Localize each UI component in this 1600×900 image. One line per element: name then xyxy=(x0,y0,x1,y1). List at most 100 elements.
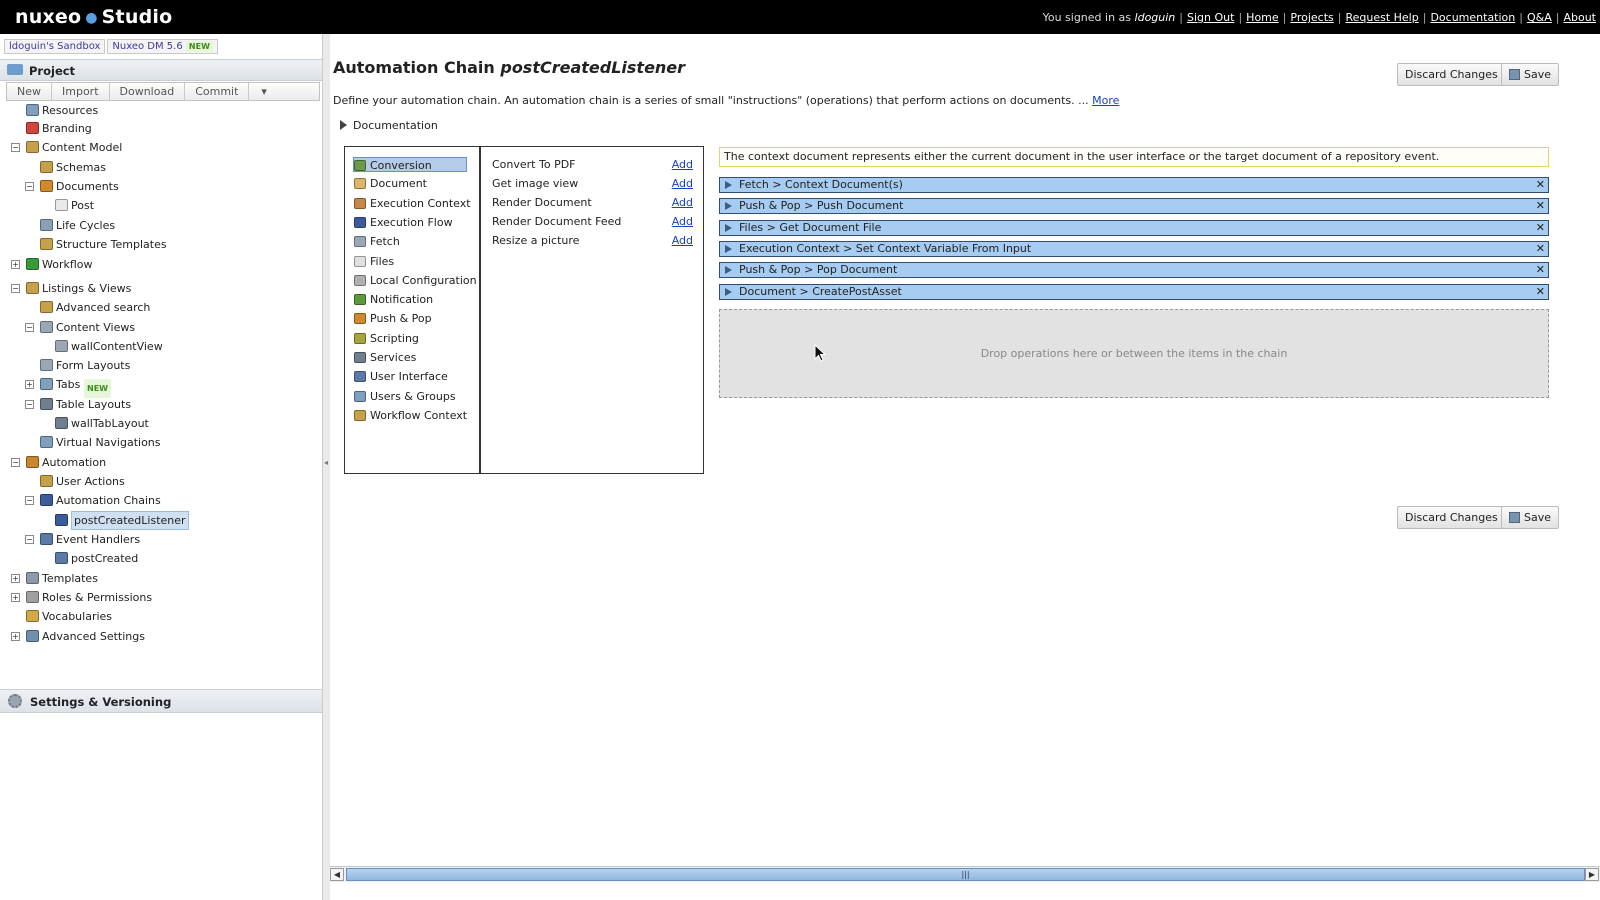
collapse-minus-icon[interactable]: − xyxy=(11,284,20,293)
add-operation-link[interactable]: Add xyxy=(672,214,693,229)
tree-item-event-handlers[interactable]: − Event Handlers xyxy=(0,531,320,548)
remove-step-close-icon[interactable]: ✕ xyxy=(1536,263,1545,277)
category-users-groups[interactable]: Users & Groups xyxy=(354,389,456,404)
tree-item-automation-chains[interactable]: − Automation Chains xyxy=(0,492,320,509)
tree-item-post[interactable]: Post xyxy=(0,197,320,214)
nav-link-request-help[interactable]: Request Help xyxy=(1345,11,1418,24)
collapse-minus-icon[interactable]: − xyxy=(25,535,34,544)
panel-splitter[interactable]: ◂ xyxy=(322,34,330,900)
tree-item-postcreated[interactable]: postCreated xyxy=(0,550,320,567)
toolbar-commit-button[interactable]: Commit xyxy=(185,83,250,100)
nav-link-q-a[interactable]: Q&A xyxy=(1527,11,1552,24)
collapse-minus-icon[interactable]: − xyxy=(11,143,20,152)
tree-item-branding[interactable]: Branding xyxy=(0,120,320,137)
collapse-minus-icon[interactable]: − xyxy=(25,182,34,191)
chain-step[interactable]: Document > CreatePostAsset ✕ xyxy=(719,283,1549,300)
nuxeo-studio-logo[interactable]: nuxeo ● Studio xyxy=(15,6,172,28)
scroll-right-arrow-icon[interactable]: ▶ xyxy=(1585,868,1599,881)
expand-triangle-icon[interactable] xyxy=(725,181,732,189)
tree-item-schemas[interactable]: Schemas xyxy=(0,159,320,176)
chain-step[interactable]: Execution Context > Set Context Variable… xyxy=(719,240,1549,257)
collapse-minus-icon[interactable]: − xyxy=(11,458,20,467)
save-button-bottom[interactable]: Save xyxy=(1501,506,1560,529)
tree-item-walltablayout[interactable]: wallTabLayout xyxy=(0,415,320,432)
chain-step[interactable]: Files > Get Document File ✕ xyxy=(719,219,1549,236)
remove-step-close-icon[interactable]: ✕ xyxy=(1536,242,1545,256)
expand-plus-icon[interactable]: + xyxy=(11,632,20,641)
tree-item-user-actions[interactable]: User Actions xyxy=(0,473,320,490)
drop-zone[interactable]: Drop operations here or between the item… xyxy=(719,309,1549,398)
tree-item-content-views[interactable]: − Content Views xyxy=(0,319,320,336)
expand-triangle-icon[interactable] xyxy=(725,202,732,211)
expand-triangle-icon[interactable] xyxy=(725,287,732,296)
remove-step-close-icon[interactable]: ✕ xyxy=(1536,285,1545,299)
documentation-toggle[interactable]: Documentation xyxy=(340,119,438,132)
tree-item-vocabularies[interactable]: Vocabularies xyxy=(0,608,320,625)
project-header[interactable]: Project xyxy=(0,59,322,81)
tree-item-workflow[interactable]: + Workflow xyxy=(0,256,320,273)
category-files[interactable]: Files xyxy=(354,254,394,269)
category-fetch[interactable]: Fetch xyxy=(354,234,400,249)
tree-item-table-layouts[interactable]: − Table Layouts xyxy=(0,396,320,413)
remove-step-close-icon[interactable]: ✕ xyxy=(1536,221,1545,235)
toolbar-download-button[interactable]: Download xyxy=(110,83,186,100)
tree-item-life-cycles[interactable]: Life Cycles xyxy=(0,217,320,234)
nav-link-sign-out[interactable]: Sign Out xyxy=(1187,11,1234,24)
toolbar-dropdown-chevron-down-icon[interactable]: ▾ xyxy=(249,83,279,100)
more-link[interactable]: More xyxy=(1092,94,1119,107)
category-conversion[interactable]: Conversion xyxy=(353,157,467,172)
category-user-interface[interactable]: User Interface xyxy=(354,369,448,384)
tree-item-resources[interactable]: Resources xyxy=(0,102,320,119)
category-notification[interactable]: Notification xyxy=(354,292,433,307)
expand-plus-icon[interactable]: + xyxy=(11,574,20,583)
add-operation-link[interactable]: Add xyxy=(672,176,693,191)
collapse-minus-icon[interactable]: − xyxy=(25,400,34,409)
nav-link-projects[interactable]: Projects xyxy=(1290,11,1333,24)
expand-plus-icon[interactable]: + xyxy=(11,593,20,602)
collapse-minus-icon[interactable]: − xyxy=(25,496,34,505)
expand-triangle-icon[interactable] xyxy=(725,244,732,253)
chain-step[interactable]: Fetch > Context Document(s) ✕ xyxy=(719,177,1549,193)
nav-link-home[interactable]: Home xyxy=(1246,11,1278,24)
tree-item-wallcontentview[interactable]: wallContentView xyxy=(0,338,320,355)
remove-step-close-icon[interactable]: ✕ xyxy=(1536,199,1545,213)
collapse-minus-icon[interactable]: − xyxy=(25,323,34,332)
tree-item-virtual-navigations[interactable]: Virtual Navigations xyxy=(0,434,320,451)
discard-changes-button-top[interactable]: Discard Changes xyxy=(1397,63,1506,86)
tree-item-documents[interactable]: − Documents xyxy=(0,178,320,195)
nav-link-documentation[interactable]: Documentation xyxy=(1430,11,1515,24)
tree-item-templates[interactable]: + Templates xyxy=(0,570,320,587)
tree-item-structure-templates[interactable]: Structure Templates xyxy=(0,236,320,253)
save-button-top[interactable]: Save xyxy=(1501,63,1560,86)
category-document[interactable]: Document xyxy=(354,176,427,191)
horizontal-scrollbar[interactable]: ◀ ||| ▶ xyxy=(329,866,1600,882)
sandbox-name[interactable]: ldoguin's Sandbox xyxy=(4,39,106,54)
nav-link-about[interactable]: About xyxy=(1563,11,1596,24)
expand-triangle-icon[interactable] xyxy=(725,223,732,232)
remove-step-close-icon[interactable]: ✕ xyxy=(1536,178,1545,192)
expand-plus-icon[interactable]: + xyxy=(11,260,20,269)
category-execution-context[interactable]: Execution Context xyxy=(354,196,471,211)
category-push-pop[interactable]: Push & Pop xyxy=(354,311,432,326)
chain-step[interactable]: Push & Pop > Pop Document ✕ xyxy=(719,262,1549,279)
discard-changes-button-bottom[interactable]: Discard Changes xyxy=(1397,506,1506,529)
tree-item-advanced-search[interactable]: Advanced search xyxy=(0,299,320,316)
add-operation-link[interactable]: Add xyxy=(672,157,693,172)
category-local-configuration[interactable]: Local Configuration xyxy=(354,273,477,288)
chain-step[interactable]: Push & Pop > Push Document ✕ xyxy=(719,198,1549,215)
tree-item-roles-permissions[interactable]: + Roles & Permissions xyxy=(0,589,320,606)
scroll-left-arrow-icon[interactable]: ◀ xyxy=(330,868,344,881)
tree-item-tabs[interactable]: + Tabs NEW xyxy=(0,376,320,398)
toolbar-import-button[interactable]: Import xyxy=(52,83,110,100)
category-scripting[interactable]: Scripting xyxy=(354,331,419,346)
category-workflow-context[interactable]: Workflow Context xyxy=(354,408,467,423)
add-operation-link[interactable]: Add xyxy=(672,195,693,210)
sandbox-target[interactable]: Nuxeo DM 5.6 NEW xyxy=(107,39,218,54)
expand-plus-icon[interactable]: + xyxy=(25,380,34,389)
tree-item-postcreatedlistener[interactable]: postCreatedListener xyxy=(0,511,320,530)
category-execution-flow[interactable]: Execution Flow xyxy=(354,215,453,230)
scrollbar-thumb[interactable]: ||| xyxy=(346,868,1585,881)
expand-triangle-icon[interactable] xyxy=(725,266,732,275)
tree-item-advanced-settings[interactable]: + Advanced Settings xyxy=(0,628,320,645)
add-operation-link[interactable]: Add xyxy=(672,233,693,248)
